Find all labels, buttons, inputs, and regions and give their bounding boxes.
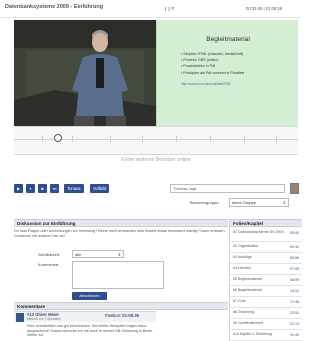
timeline-track[interactable]: Keine weiteren Benutzer online [14, 126, 298, 163]
diskussion-header: Diskussion zur Einführung [14, 219, 228, 227]
comment-date: schrieb vor 2 Monaten [27, 317, 61, 321]
chapter-label: #3 Ausflüge [233, 255, 252, 259]
chapter-label: #7 Gute [233, 299, 246, 303]
slide-title: Begleitmaterial [206, 36, 250, 43]
chapter-item[interactable]: #2 Organisation 00:31 [230, 243, 302, 253]
timeline-scrubber-handle[interactable] [54, 134, 62, 142]
chapter-item[interactable]: #8 Zinderung 22:53 [230, 309, 302, 319]
slide-link[interactable]: http://www.isi.uni-jena.de/dbs/2009 [181, 82, 230, 86]
chapter-item[interactable]: #9 Geöffentlichkeit 31:13 [230, 320, 302, 330]
group-select[interactable]: keine Gruppe [229, 198, 289, 207]
kommentare-header: Kommentare [14, 302, 228, 310]
chapter-time: 00:00 [290, 231, 299, 235]
tonaus-button[interactable]: Tonaus [64, 184, 84, 193]
video-player[interactable] [14, 20, 156, 126]
chapter-label: #2 Organisation [233, 244, 259, 248]
chapter-time: 05:56 [290, 256, 299, 260]
chapter-time: 00:31 [290, 245, 299, 249]
chapter-label: #5 Begleitmaterial [233, 277, 262, 281]
chapter-label: #4 Literatur [233, 266, 252, 270]
chapter-item[interactable]: #3 Ausflüge 05:56 [230, 254, 302, 264]
chapter-item[interactable]: #10 Kapitel 1: Einleitung 31:49 [230, 331, 302, 341]
timeline-tick [110, 136, 111, 142]
chapter-time: 22:53 [290, 311, 299, 315]
chapter-list-header: Folien/Kapitel [230, 219, 302, 227]
sichtbarkeit-label: Sichtbarkeit: [38, 252, 61, 257]
kommentar-label: Kommentar: [38, 262, 60, 267]
chapter-time: 08:59 [290, 278, 299, 282]
avatar [290, 183, 299, 194]
presenter-video-frame [14, 20, 156, 126]
comment-position[interactable]: Position: 01:08:39 [105, 313, 139, 318]
chapter-label: #9 Geöffentlichkeit [233, 321, 263, 325]
comment-position-value: 01:08:39 [122, 313, 139, 318]
chapter-item[interactable]: #6 Begleitmaterial 14:12 [230, 287, 302, 297]
time-display: 00:33:45 | 01:06:18 [246, 6, 283, 11]
abschicken-button[interactable]: Abschicken [72, 292, 107, 300]
timeline-tick [276, 136, 277, 142]
diskussion-intro: Du hast Fragen oder Anmerkungen zur Vorl… [14, 229, 225, 238]
chapter-item[interactable]: #1 Datenbanksysteme SS 2009 00:00 [230, 229, 302, 242]
next-button[interactable]: ⏭ [50, 184, 59, 193]
play-button[interactable]: ▶ [14, 184, 23, 193]
pause-icon[interactable]: ❙❙ [164, 6, 171, 11]
chapter-label: #10 Kapitel 1: Einleitung [233, 332, 272, 336]
chapter-list: Folien/Kapitel #1 Datenbanksysteme SS 20… [229, 219, 302, 341]
chapter-label: #6 Begleitmaterial [233, 288, 262, 292]
timeline-tick [72, 136, 73, 142]
online-users-text: Keine weiteren Benutzer online [121, 157, 191, 163]
chapter-item[interactable]: #7 Gute 17:45 [230, 298, 302, 308]
chapter-time: 07:05 [290, 267, 299, 271]
chapter-time: 31:49 [290, 333, 299, 337]
page-title: Datenbanksysteme 2009 - Einführung [5, 4, 104, 10]
sichtbarkeit-select[interactable]: alle [72, 250, 124, 259]
chapter-time: 14:12 [290, 289, 299, 293]
title-bar: Datenbanksysteme 2009 - Einführung ❙❙ ◂)… [0, 0, 301, 18]
timeline-tick [244, 136, 245, 142]
kommentar-textarea[interactable] [72, 261, 164, 289]
timeline-tick [142, 136, 143, 142]
vollbild-button[interactable]: Vollbild [90, 184, 110, 193]
comment-position-label: Position: [105, 313, 122, 318]
chapter-label: #8 Zinderung [233, 310, 255, 314]
chapter-label: #1 Datenbanksysteme SS 2009 [233, 230, 284, 234]
group-label: Benutzergruppe: [190, 200, 220, 205]
comment-avatar [16, 313, 24, 322]
timeline-tick [210, 136, 211, 142]
chapter-time: 31:13 [290, 322, 299, 326]
slide-view: Begleitmaterial Skripten HTML (mascher, … [156, 20, 298, 126]
stop-button[interactable]: ■ [38, 184, 47, 193]
timeline-tick [42, 136, 43, 142]
pause-button[interactable]: ⏸ [26, 184, 35, 193]
timeline-tick [176, 136, 177, 142]
slide-bullet: Prinzipien als Pdf.vorlesen in Parallele [181, 70, 244, 76]
slide-bullet-list: Skripten HTML (mascher, media2mill) Proz… [181, 51, 244, 76]
chapter-time: 17:45 [290, 300, 299, 304]
comment-text: Sehr verständlich und gut beschrieben. D… [27, 324, 155, 338]
user-name-field[interactable]: Thomas Jagt [170, 184, 285, 193]
chapter-item[interactable]: #5 Begleitmaterial 08:59 [230, 276, 302, 286]
volume-icon[interactable]: ◂) [171, 5, 174, 10]
chapter-item[interactable]: #4 Literatur 07:05 [230, 265, 302, 275]
